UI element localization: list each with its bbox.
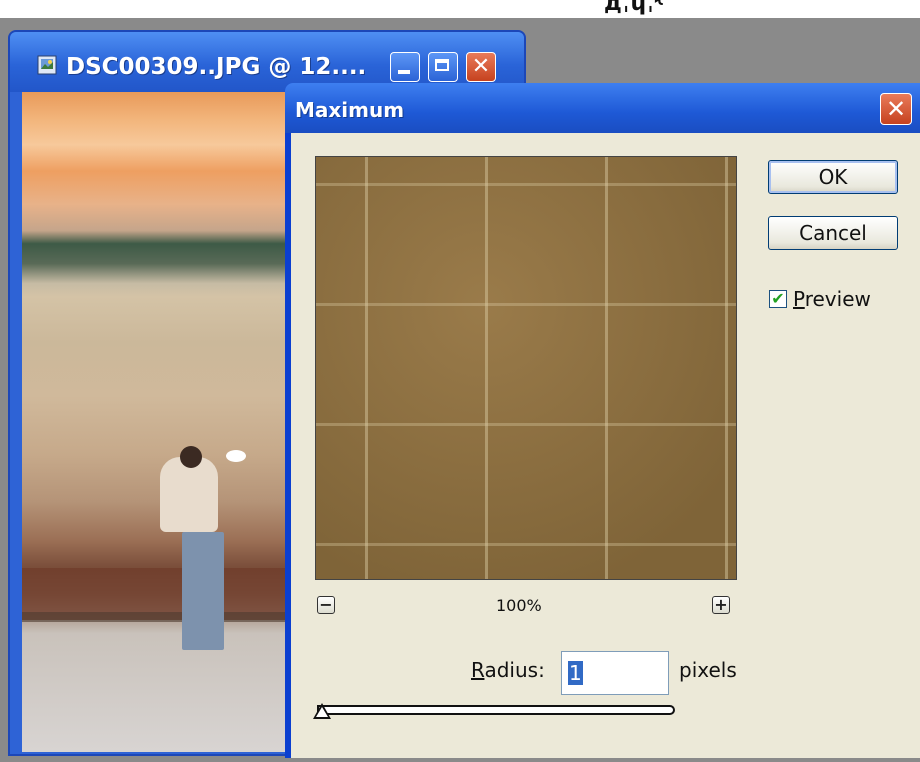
minimize-button[interactable] xyxy=(390,52,420,82)
top-strip: ˈдˌɥˌ˞ ˈ xyxy=(0,0,920,18)
document-image-canvas[interactable] xyxy=(22,92,312,752)
close-icon: ✕ xyxy=(885,95,907,123)
dialog-titlebar[interactable]: Maximum ✕ xyxy=(285,83,920,133)
zoom-out-button[interactable]: − xyxy=(317,596,335,614)
minus-icon: − xyxy=(319,595,333,614)
radius-label: Radius: xyxy=(471,658,545,682)
preview-checkbox[interactable]: ✔ xyxy=(769,290,787,308)
radius-input[interactable]: 1 xyxy=(561,651,669,695)
zoom-in-button[interactable]: + xyxy=(712,596,730,614)
radius-slider[interactable] xyxy=(317,705,675,715)
close-icon: ✕ xyxy=(471,54,491,79)
photo-stripe xyxy=(22,612,312,622)
document-title: DSC00309..JPG @ 12.... xyxy=(66,54,367,80)
cancel-button[interactable]: Cancel xyxy=(768,216,898,250)
radius-value: 1 xyxy=(568,661,583,685)
ok-button[interactable]: OK xyxy=(768,160,898,194)
filter-preview-image[interactable] xyxy=(315,156,737,580)
checkmark-icon: ✔ xyxy=(771,289,785,308)
preview-label-accelerator: P xyxy=(793,287,805,311)
radius-label-text: adius: xyxy=(484,658,545,682)
document-close-button[interactable]: ✕ xyxy=(466,52,496,82)
preview-label-text: review xyxy=(804,287,871,311)
photo-person-head xyxy=(180,446,202,468)
maximize-button[interactable] xyxy=(428,52,458,82)
maximize-icon xyxy=(429,53,457,81)
photo-person-legs xyxy=(182,532,224,650)
photo-light xyxy=(226,450,246,462)
radius-slider-thumb[interactable] xyxy=(313,703,331,719)
dialog-body: − 100% + Radius: 1 pixels OK Cancel ✔ Pr… xyxy=(291,133,920,758)
plus-icon: + xyxy=(714,595,728,614)
maximum-dialog: Maximum ✕ − 100% + Radius: 1 pixels OK C… xyxy=(285,83,920,758)
zoom-level: 100% xyxy=(496,596,542,615)
document-image-icon xyxy=(37,55,57,75)
radius-label-accelerator: R xyxy=(471,658,485,682)
preview-label[interactable]: Preview xyxy=(793,287,871,311)
radius-unit-label: pixels xyxy=(679,658,737,682)
photo-person xyxy=(160,457,218,532)
minimize-icon xyxy=(391,53,419,81)
dialog-title: Maximum xyxy=(295,98,405,122)
dialog-close-button[interactable]: ✕ xyxy=(880,93,912,125)
top-partial-text: ˈдˌɥˌ˞ ˈ xyxy=(596,0,680,16)
